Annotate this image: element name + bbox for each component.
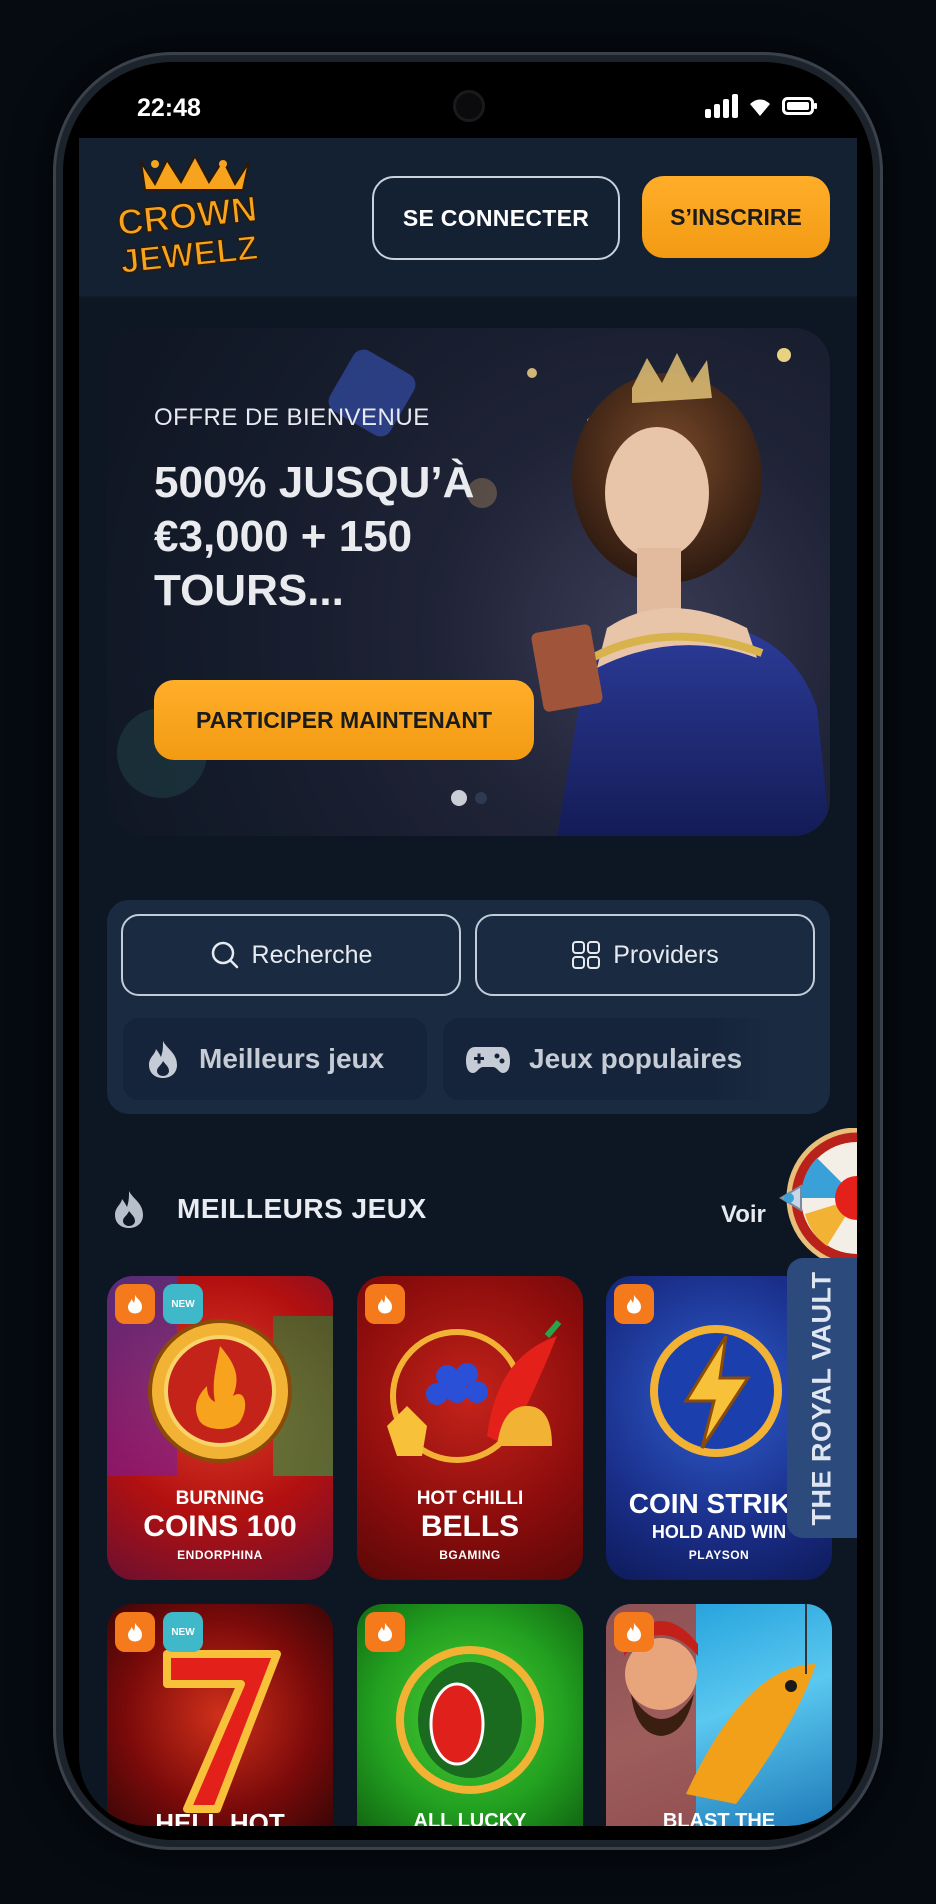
hot-badge (614, 1612, 654, 1652)
search-icon (211, 941, 238, 969)
game-provider: ENDORPHINA (177, 1548, 263, 1562)
royal-vault-widget[interactable]: THE ROYAL VAULT (779, 1128, 857, 1538)
top-header: CROWN JEWELZ SE CONNECTER S’INSCRIRE (79, 138, 857, 298)
status-time: 22:48 (137, 94, 201, 122)
providers-label: Providers (613, 940, 719, 969)
hot-badge (115, 1284, 155, 1324)
flame-icon (378, 1295, 392, 1314)
welcome-banner[interactable]: OFFRE DE BIENVENUE 500% JUSQU’À €3,000 +… (107, 328, 830, 836)
game-title-line2: COINS 100 (143, 1510, 297, 1543)
carousel-dots (451, 790, 487, 806)
carousel-dot-active[interactable] (451, 790, 467, 806)
flame-icon (627, 1295, 641, 1314)
flame-icon (128, 1295, 142, 1314)
chip-best-games[interactable]: Meilleurs jeux (123, 1018, 427, 1100)
seven-icon (163, 1650, 281, 1813)
game-title-line1: HELL HOT (155, 1808, 285, 1826)
game-tile[interactable]: ALL LUCKY (357, 1604, 583, 1826)
crown-jewelz-logo[interactable]: CROWN JEWELZ (105, 154, 269, 282)
game-filters-panel: Recherche Providers Meilleurs jeux Jeux … (107, 900, 830, 1114)
search-label: Recherche (251, 940, 373, 969)
game-provider: BGAMING (439, 1548, 501, 1562)
game-title-line2: BELLS (420, 1510, 520, 1543)
game-tile[interactable]: NEW HELL HOT (107, 1604, 333, 1826)
game-tile[interactable]: BLAST THE (606, 1604, 832, 1826)
coin-icon (148, 1319, 292, 1463)
app-screen: CROWN JEWELZ SE CONNECTER S’INSCRIRE OFF… (79, 138, 857, 1826)
hot-badge (365, 1284, 405, 1324)
chip-label: Meilleurs jeux (199, 1043, 385, 1074)
section-header: MEILLEURS JEUX (111, 1188, 427, 1230)
banner-kicker: OFFRE DE BIENVENUE (154, 404, 430, 431)
hot-badge (115, 1612, 155, 1652)
signup-button[interactable]: S’INSCRIRE (642, 176, 830, 258)
flame-icon (149, 1041, 177, 1078)
status-icons (705, 94, 818, 118)
battery-icon (782, 97, 817, 115)
front-camera (453, 90, 485, 122)
login-button[interactable]: SE CONNECTER (372, 176, 620, 260)
chilli-bells-art (387, 1320, 562, 1463)
see-all-link[interactable]: Voir (721, 1201, 766, 1229)
banner-title: 500% JUSQU’À €3,000 + 150 TOURS... (154, 458, 475, 615)
hot-badge (365, 1612, 405, 1652)
game-title-line1: HOT CHILLI (416, 1488, 524, 1509)
flame-icon (128, 1623, 142, 1642)
queen-illustration (531, 353, 830, 836)
game-title-line1: BLAST THE (662, 1810, 776, 1826)
game-title-line1: ALL LUCKY (413, 1810, 527, 1826)
providers-button[interactable]: Providers (475, 914, 815, 996)
game-tile[interactable]: NEW BURNING COINS 100 ENDORPHINA (107, 1276, 333, 1580)
flame-icon (627, 1623, 641, 1642)
chip-label: Jeux populaires (529, 1043, 743, 1074)
section-title: MEILLEURS JEUX (177, 1193, 427, 1224)
join-now-button[interactable]: PARTICIPER MAINTENANT (154, 680, 534, 760)
gamepad-icon (466, 1047, 510, 1073)
prize-wheel-icon (779, 1128, 857, 1268)
flame-icon (115, 1191, 143, 1228)
hot-badge (614, 1284, 654, 1324)
watermelon-icon (396, 1646, 544, 1794)
royal-vault-tab[interactable]: THE ROYAL VAULT (787, 1258, 857, 1538)
game-tile[interactable]: HOT CHILLI BELLS BGAMING (357, 1276, 583, 1580)
search-button[interactable]: Recherche (121, 914, 461, 996)
game-title-line1: BURNING (175, 1488, 265, 1509)
carousel-dot[interactable] (475, 792, 487, 804)
signal-icon (705, 94, 738, 118)
grid-icon (572, 941, 601, 969)
chip-popular-games[interactable]: Jeux populaires (443, 1018, 775, 1100)
new-badge: NEW (163, 1284, 203, 1324)
wifi-icon (750, 99, 770, 116)
lightning-coin-art (650, 1325, 782, 1457)
royal-vault-label: THE ROYAL VAULT (806, 1270, 837, 1526)
new-badge: NEW (163, 1612, 203, 1652)
flame-icon (378, 1623, 392, 1642)
game-provider: PLAYSON (688, 1548, 750, 1562)
